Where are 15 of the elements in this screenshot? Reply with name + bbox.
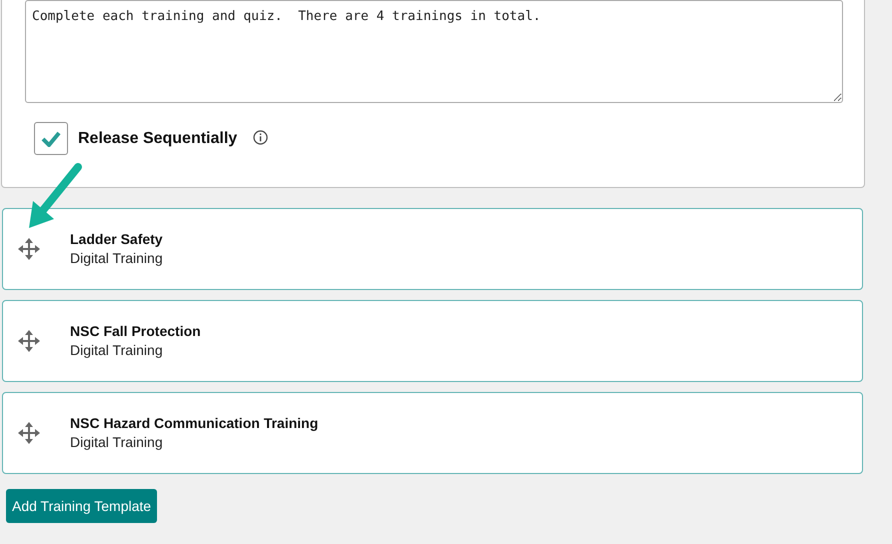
- check-icon: [41, 130, 61, 146]
- checkbox[interactable]: [34, 122, 68, 155]
- info-icon: [253, 130, 268, 145]
- training-title: Ladder Safety: [70, 230, 163, 249]
- training-type: Digital Training: [70, 433, 164, 452]
- checkbox-label: Release Sequentially: [78, 128, 238, 148]
- training-title: NSC Hazard Communication Training: [70, 414, 318, 433]
- training-type: Digital Training: [70, 249, 163, 268]
- move-icon[interactable]: [18, 238, 40, 260]
- move-icon[interactable]: [18, 330, 40, 352]
- add-training-template-button[interactable]: Add Training Template: [6, 489, 158, 523]
- training-type: Digital Training: [70, 341, 164, 360]
- move-icon[interactable]: [18, 422, 40, 444]
- description-field[interactable]: Complete each training and quiz. There are 4 trainings in total.: [25, 0, 843, 103]
- training-title: NSC Fall Protection: [70, 322, 201, 341]
